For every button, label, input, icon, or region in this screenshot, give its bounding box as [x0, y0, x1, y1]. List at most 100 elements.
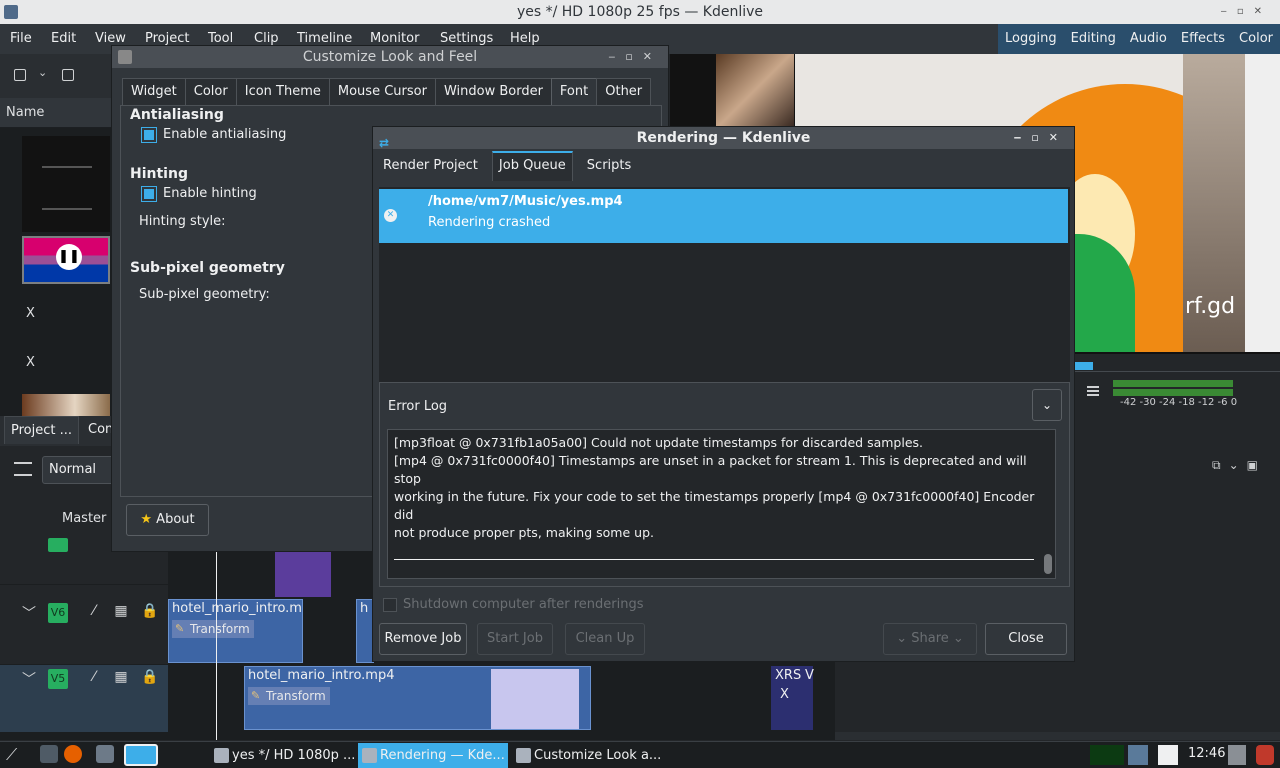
menu-project[interactable]: Project: [145, 31, 189, 46]
window-controls[interactable]: ‒▫✕: [1220, 0, 1272, 24]
remove-job-button[interactable]: Remove Job: [379, 623, 467, 655]
sliders-icon[interactable]: [14, 462, 32, 476]
render-job-row[interactable]: ✕ /home/vm7/Music/yes.mp4 Rendering cras…: [379, 189, 1068, 243]
tab-project-bin[interactable]: Project ...: [4, 416, 80, 444]
pause-icon: ❚❚: [56, 244, 82, 270]
window-controls[interactable]: ‒▫✕: [1014, 127, 1068, 149]
collapse-log-button[interactable]: ⌄: [1032, 389, 1062, 421]
bin-column-header[interactable]: Name: [0, 98, 115, 128]
menu-icon[interactable]: [1087, 386, 1099, 388]
timeline-playhead[interactable]: [216, 545, 217, 740]
antialiasing-checkbox[interactable]: [141, 127, 157, 143]
job-queue-list[interactable]: ✕ /home/vm7/Music/yes.mp4 Rendering cras…: [379, 187, 1070, 382]
tab-icon-theme[interactable]: Icon Theme: [235, 78, 330, 106]
workspace-audio[interactable]: Audio: [1123, 24, 1174, 54]
shutdown-checkbox: [383, 597, 397, 612]
volume-icon[interactable]: [1228, 745, 1246, 765]
dialog-icon: [118, 50, 132, 64]
lock-icon[interactable]: 🔒: [141, 603, 158, 619]
dock-tabs[interactable]: [835, 732, 1280, 740]
hinting-heading: Hinting: [130, 166, 188, 182]
menu-view[interactable]: View: [95, 31, 126, 46]
tab-job-queue[interactable]: Job Queue: [491, 151, 573, 181]
menu-edit[interactable]: Edit: [51, 31, 76, 46]
film-icon[interactable]: ▦: [113, 603, 129, 619]
task-rendering[interactable]: Rendering — Kde...: [358, 743, 508, 768]
scroll-thumb[interactable]: [1044, 554, 1052, 574]
menu-help[interactable]: Help: [510, 31, 540, 46]
files-icon[interactable]: [40, 745, 58, 763]
kdenlive-icon: [214, 748, 229, 763]
effect-wand-icon[interactable]: ⁄: [86, 669, 102, 685]
bin-clip-thumbnail-selected[interactable]: ❚❚: [22, 236, 110, 284]
workspace-effects[interactable]: Effects: [1174, 24, 1232, 54]
clock[interactable]: 12:46: [1188, 746, 1225, 761]
firefox-icon[interactable]: [64, 745, 82, 763]
workspace-color[interactable]: Color: [1232, 24, 1280, 54]
workspace-editing[interactable]: Editing: [1064, 24, 1123, 54]
clip-effect-transform[interactable]: Transform: [172, 620, 254, 638]
laf-titlebar[interactable]: Customize Look and Feel ‒▫✕: [112, 46, 668, 68]
menu-monitor[interactable]: Monitor: [370, 31, 419, 46]
timeline-clip-v6[interactable]: hotel_mario_intro.mp Transform: [168, 599, 303, 663]
antialiasing-checkbox-label[interactable]: Enable antialiasing: [163, 127, 286, 142]
collapse-track-icon[interactable]: ﹀: [22, 603, 36, 623]
power-icon[interactable]: [1256, 745, 1274, 765]
render-titlebar[interactable]: ⇄ Rendering — Kdenlive ‒▫✕: [373, 127, 1074, 150]
monitor-ruler[interactable]: [1075, 354, 1280, 372]
task-customize[interactable]: Customize Look a...: [512, 743, 662, 768]
track-header-v5[interactable]: ﹀ V5 ⁄ ▦ 🔒: [0, 665, 168, 733]
tab-font[interactable]: Font: [550, 78, 598, 106]
window-controls[interactable]: ‒▫✕: [608, 46, 662, 68]
main-window-titlebar[interactable]: yes */ HD 1080p 25 fps — Kdenlive ‒▫✕: [0, 0, 1280, 24]
tab-render-project[interactable]: Render Project: [377, 151, 484, 181]
tab-window-border[interactable]: Window Border: [434, 78, 552, 106]
error-log-text[interactable]: [mp3float @ 0x731fb1a05a00] Could not up…: [387, 429, 1056, 579]
bin-clip-label[interactable]: X: [26, 355, 35, 370]
switch-user-icon[interactable]: [1158, 745, 1178, 765]
track-header-v6[interactable]: ﹀ V6 ⁄ ▦ 🔒: [0, 585, 168, 665]
log-scrollbar[interactable]: [1044, 434, 1052, 574]
menu-settings[interactable]: Settings: [440, 31, 493, 46]
task-kdenlive[interactable]: yes */ HD 1080p ...: [210, 743, 355, 768]
film-icon[interactable]: ▦: [113, 669, 129, 685]
tab-scripts[interactable]: Scripts: [581, 151, 637, 181]
dock-icons[interactable]: ⧉⌄▣: [1212, 458, 1266, 473]
bin-clip-label[interactable]: X: [26, 306, 35, 321]
menu-file[interactable]: File: [10, 31, 32, 46]
tab-widget[interactable]: Widget: [122, 78, 186, 106]
menu-clip[interactable]: Clip: [254, 31, 279, 46]
tab-other[interactable]: Other: [596, 78, 652, 106]
chevron-down-icon[interactable]: ⌄: [38, 66, 47, 79]
hinting-checkbox-label[interactable]: Enable hinting: [163, 186, 257, 201]
view-mode-icon[interactable]: [14, 69, 26, 81]
workspace-logging[interactable]: Logging: [998, 24, 1064, 54]
star-icon: ★: [140, 512, 153, 527]
close-button[interactable]: Close: [985, 623, 1067, 655]
composite-mode-select[interactable]: Normal: [42, 456, 115, 484]
folder-icon[interactable]: [62, 69, 74, 81]
network-icon[interactable]: [1128, 745, 1148, 765]
bin-clip-list[interactable]: ❚❚ X X: [0, 128, 115, 416]
bin-clip-thumbnail[interactable]: [22, 394, 110, 416]
menu-timeline[interactable]: Timeline: [297, 31, 352, 46]
tab-color[interactable]: Color: [184, 78, 237, 106]
lock-icon[interactable]: 🔒: [141, 669, 158, 685]
timeline-clip-xrs[interactable]: XRS X: [771, 666, 801, 730]
file-manager-icon[interactable]: [96, 745, 114, 763]
clip-effect-transform[interactable]: Transform: [248, 687, 330, 705]
monitor-playhead[interactable]: [1075, 362, 1093, 370]
timeline-clip-v5[interactable]: hotel_mario_intro.mp4 Transform: [244, 666, 591, 730]
bin-clip-thumbnail[interactable]: [22, 136, 110, 232]
effect-wand-icon[interactable]: ⁄: [86, 603, 102, 619]
hinting-checkbox[interactable]: [141, 186, 157, 202]
about-button[interactable]: ★ About: [126, 504, 209, 536]
app-launcher-icon[interactable]: ⟋: [6, 745, 24, 764]
timeline-clip[interactable]: [275, 545, 331, 597]
desktop-switcher-icon[interactable]: [124, 744, 158, 766]
tab-mouse-cursor[interactable]: Mouse Cursor: [328, 78, 436, 106]
log-line: [mp3float @ 0x731fb1a05a00] Could not up…: [394, 435, 923, 450]
collapse-track-icon[interactable]: ﹀: [22, 669, 36, 689]
timeline-clip-v[interactable]: V: [801, 666, 814, 730]
menu-tool[interactable]: Tool: [208, 31, 233, 46]
